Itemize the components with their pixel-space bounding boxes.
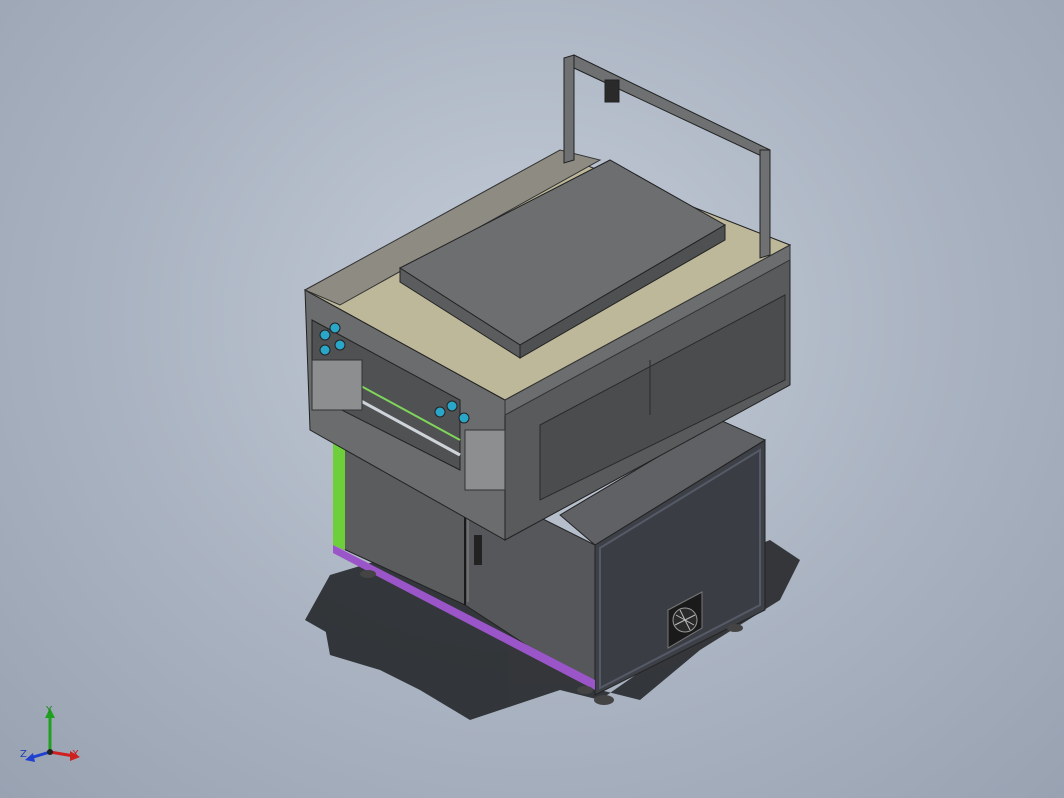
coordinate-triad: Y Z X: [18, 700, 88, 770]
graphics-viewport[interactable]: Y Z X: [0, 0, 1064, 798]
y-axis-label: Y: [46, 705, 53, 716]
machine-model[interactable]: [0, 0, 1064, 798]
z-axis-label: Z: [20, 749, 27, 760]
x-axis-label: X: [72, 749, 79, 760]
